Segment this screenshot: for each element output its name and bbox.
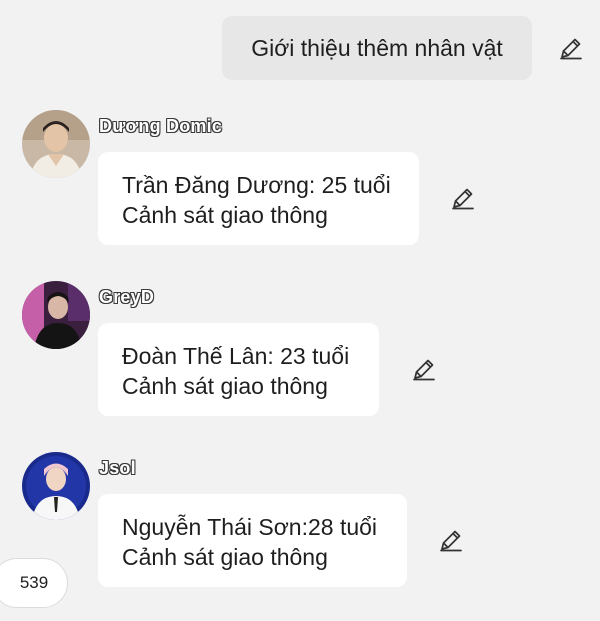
avatar-jsol[interactable] <box>22 452 90 520</box>
message-bubble: Nguyễn Thái Sơn:28 tuổi Cảnh sát giao th… <box>98 494 407 587</box>
message-bubble: Trần Đăng Dương: 25 tuổi Cảnh sát giao t… <box>98 152 419 245</box>
message-counter[interactable]: 539 <box>0 558 68 608</box>
author-name: Jsol <box>99 458 136 478</box>
user-message-bubble: Giới thiệu thêm nhân vật <box>222 16 532 80</box>
message-line: Cảnh sát giao thông <box>122 544 328 570</box>
message-bubble: Đoàn Thế Lân: 23 tuổi Cảnh sát giao thôn… <box>98 323 379 416</box>
message-line: Đoàn Thế Lân: 23 tuổi <box>122 343 350 369</box>
pencil-icon[interactable] <box>558 35 584 61</box>
message-line: Nguyễn Thái Sơn:28 tuổi <box>122 514 378 540</box>
author-name: GreyD <box>99 287 155 307</box>
user-message-text: Giới thiệu thêm nhân vật <box>251 34 503 61</box>
pencil-icon[interactable] <box>450 185 476 211</box>
message-line: Cảnh sát giao thông <box>122 373 328 399</box>
message-line: Trần Đăng Dương: 25 tuổi <box>122 172 391 198</box>
counter-value: 539 <box>19 573 49 592</box>
author-name: Dương Domic <box>99 116 223 136</box>
pencil-icon[interactable] <box>438 527 464 553</box>
message-line: Cảnh sát giao thông <box>122 202 328 228</box>
avatar-duong-domic[interactable] <box>22 110 90 178</box>
avatar-greyd[interactable] <box>22 281 90 349</box>
pencil-icon[interactable] <box>411 356 437 382</box>
